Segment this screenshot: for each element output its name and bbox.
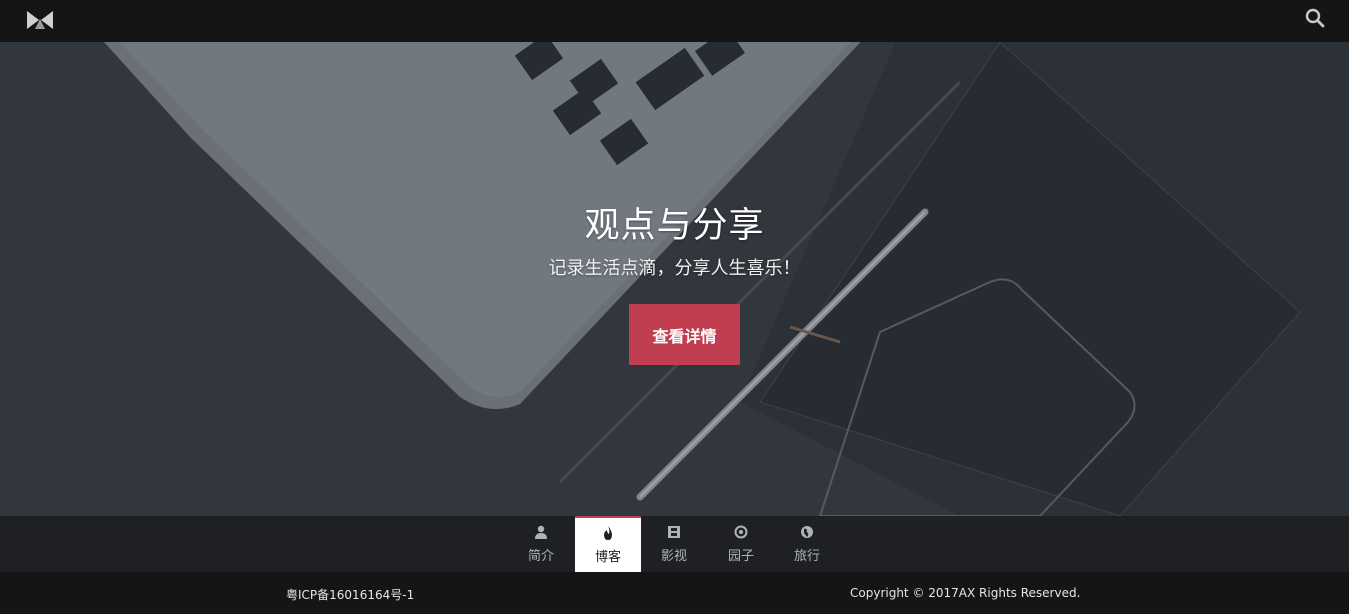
nav-label-blog: 博客 bbox=[594, 549, 621, 565]
footer: 粤ICP备16016164号-1 Copyright © 2017AX Righ… bbox=[0, 572, 1349, 614]
view-details-button[interactable]: 查看详情 bbox=[629, 304, 740, 365]
bowtie-logo-icon[interactable] bbox=[26, 9, 54, 31]
nav-label-film: 影视 bbox=[660, 548, 687, 564]
nav-item-garden[interactable]: 园子 bbox=[708, 516, 774, 572]
nav-item-blog[interactable]: 博客 bbox=[575, 516, 641, 572]
hero-banner: 观点与分享 记录生活点滴，分享人生喜乐！ 查看详情 bbox=[0, 42, 1349, 516]
film-icon bbox=[668, 525, 680, 538]
nav-label-travel: 旅行 bbox=[793, 548, 820, 564]
nav-item-film[interactable]: 影视 bbox=[641, 516, 707, 572]
top-bar bbox=[0, 0, 1349, 42]
section-nav: 简介 博客 影视 园子 旅行 bbox=[0, 516, 1349, 572]
globe-icon bbox=[801, 525, 813, 538]
nav-item-intro[interactable]: 简介 bbox=[508, 516, 574, 572]
hero-title: 观点与分享 bbox=[584, 206, 765, 246]
icp-license-link[interactable]: 粤ICP备16016164号-1 bbox=[286, 586, 414, 603]
nav-label-intro: 简介 bbox=[527, 548, 554, 564]
search-icon[interactable] bbox=[1305, 8, 1325, 28]
flame-icon bbox=[604, 525, 612, 540]
target-icon bbox=[734, 525, 748, 538]
nav-item-travel[interactable]: 旅行 bbox=[774, 516, 840, 572]
nav-label-garden: 园子 bbox=[727, 548, 754, 564]
hero-subtitle: 记录生活点滴，分享人生喜乐！ bbox=[548, 258, 801, 279]
user-icon bbox=[535, 525, 547, 539]
copyright-text: Copyright © 2017AX Rights Reserved. bbox=[850, 586, 1081, 600]
